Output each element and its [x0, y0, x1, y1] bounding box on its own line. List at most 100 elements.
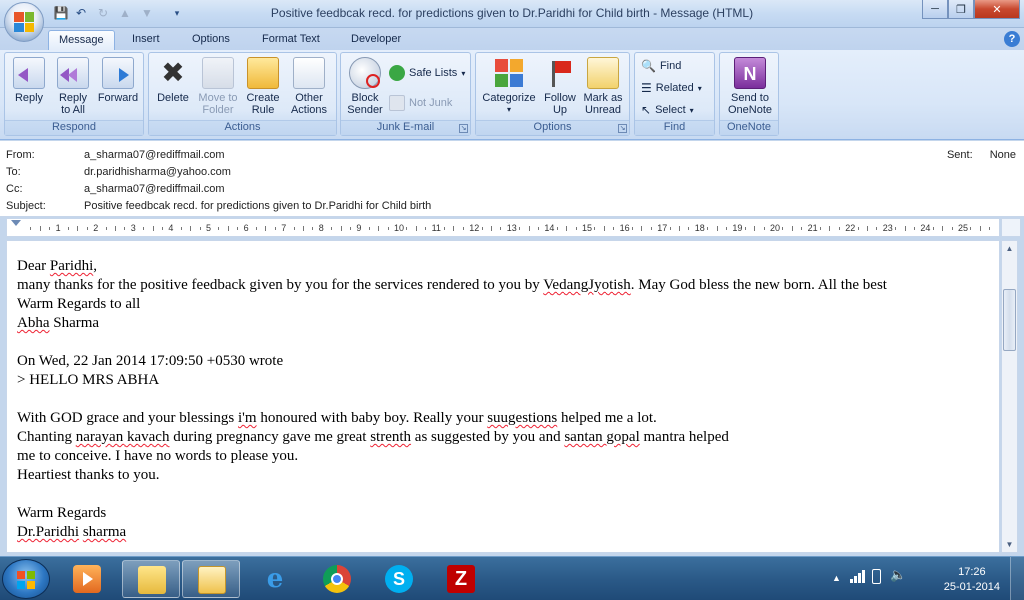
tab-developer[interactable]: Developer	[341, 30, 411, 50]
ruler-tick	[857, 227, 859, 230]
ruler-number: 24	[920, 223, 931, 233]
select-button[interactable]: ↖ Select ▾	[641, 103, 694, 117]
ruler-tick	[425, 227, 427, 230]
follow-up-button[interactable]: Follow Up	[540, 55, 580, 116]
ruler-number: 3	[130, 223, 136, 233]
envelope-icon	[587, 57, 619, 89]
body-line: Warm Regards to all	[17, 296, 141, 312]
options-dialog-launcher-icon[interactable]: ↘	[618, 124, 627, 133]
volume-icon[interactable]: 🔈	[890, 567, 906, 583]
ruler-number: 2	[93, 223, 99, 233]
battery-icon[interactable]	[872, 569, 881, 584]
cc-label: Cc:	[6, 183, 23, 195]
move-to-folder-button[interactable]: Move to Folder	[195, 55, 241, 116]
outlook-envelope-icon	[198, 566, 226, 594]
taskbar-skype[interactable]: S	[370, 560, 428, 598]
office-button[interactable]	[4, 2, 44, 42]
from-value[interactable]: a_sharma07@rediffmail.com	[84, 149, 225, 161]
ruler-tick	[180, 227, 182, 230]
delete-label: Delete	[157, 92, 189, 104]
related-button[interactable]: ☰ Related ▾	[641, 81, 702, 95]
clock-time: 17:26	[958, 566, 986, 578]
ruler-tick	[312, 227, 314, 230]
ruler-tick	[904, 226, 906, 231]
ruler[interactable]: 1 2 3 4 5 6 7 8 9 10 11 12 13 14 15 16 17 18 19 20 21 22 23 24 2…	[6, 218, 1021, 237]
ruler-tick	[227, 226, 229, 231]
show-desktop-button[interactable]	[1010, 557, 1024, 600]
ruler-tick	[387, 227, 389, 230]
ruler-number: 10	[394, 223, 405, 233]
delete-button[interactable]: ✖ Delete	[153, 55, 193, 104]
cc-value[interactable]: a_sharma07@rediffmail.com	[84, 183, 225, 195]
start-button[interactable]	[2, 559, 50, 599]
forward-button[interactable]: Forward	[95, 55, 141, 104]
sent-value: None	[989, 149, 1016, 161]
ruler-number: 5	[206, 223, 212, 233]
message-text[interactable]: Dear Paridhi, many thanks for the positi…	[17, 257, 887, 542]
ruler-tick	[594, 227, 596, 230]
ruler-number: 13	[506, 223, 517, 233]
message-body[interactable]: Dear Paridhi, many thanks for the positi…	[6, 240, 1000, 553]
find-button[interactable]: 🔍 Find	[641, 59, 681, 73]
ruler-tick	[500, 227, 502, 230]
safe-lists-button[interactable]: Safe Lists ▾	[389, 65, 465, 81]
clock[interactable]: 17:26 25-01-2014	[944, 565, 1000, 595]
ruler-number: 20	[770, 223, 781, 233]
indent-marker-icon[interactable]	[11, 220, 21, 226]
send-to-onenote-button[interactable]: N Send to OneNote	[724, 55, 776, 116]
ruler-tick	[914, 227, 915, 230]
scroll-down-icon[interactable]: ▼	[1002, 537, 1017, 552]
taskbar-chrome[interactable]	[308, 560, 366, 598]
tab-insert[interactable]: Insert	[122, 30, 170, 50]
taskbar-filezilla[interactable]: Z	[432, 560, 490, 598]
to-value[interactable]: dr.paridhisharma@yahoo.com	[84, 166, 231, 178]
ruler-number: 6	[243, 223, 249, 233]
other-actions-label-1: Other	[295, 92, 323, 104]
ruler-tick	[265, 226, 267, 231]
close-button[interactable]: ✕	[974, 0, 1020, 19]
tab-message[interactable]: Message	[48, 30, 115, 50]
taskbar-internet-explorer[interactable]: e	[246, 560, 304, 598]
ruler-tick	[650, 227, 652, 230]
ruler-number: 14	[544, 223, 555, 233]
reply-all-button[interactable]: Reply to All	[53, 55, 93, 116]
chevron-down-icon: ▾	[461, 68, 466, 78]
body-line: On Wed, 22 Jan 2014 17:09:50 +0530 wrote	[17, 353, 284, 369]
group-junk-email: Block Sender Safe Lists ▾ Not Junk Junk …	[340, 52, 471, 136]
show-hidden-icons-icon[interactable]: ▲	[832, 573, 841, 583]
view-ruler-icon[interactable]	[1001, 218, 1021, 237]
minimize-button[interactable]: ─	[922, 0, 948, 19]
create-rule-button[interactable]: Create Rule	[243, 55, 283, 116]
junk-dialog-launcher-icon[interactable]: ↘	[459, 124, 468, 133]
other-actions-button[interactable]: Other Actions	[285, 55, 333, 116]
not-junk-button[interactable]: Not Junk	[389, 95, 452, 111]
maximize-button[interactable]: ❐	[948, 0, 974, 19]
tab-format-text[interactable]: Format Text	[252, 30, 330, 50]
safe-lists-icon	[389, 65, 405, 81]
categorize-button[interactable]: Categorize ▾	[480, 55, 538, 116]
tab-options[interactable]: Options	[182, 30, 240, 50]
internet-explorer-icon: e	[266, 564, 284, 594]
vertical-scrollbar[interactable]: ▲ ▼	[1001, 240, 1018, 553]
body-line: With GOD grace and your blessings i'm ho…	[17, 410, 657, 426]
actions-group-label: Actions	[149, 120, 336, 135]
ruler-tick	[444, 227, 445, 230]
junk-group-label: Junk E-mail	[341, 120, 470, 135]
scroll-thumb[interactable]	[1003, 289, 1016, 351]
find-label: Find	[659, 60, 682, 72]
network-signal-icon[interactable]	[850, 569, 866, 583]
taskbar-outlook[interactable]	[182, 560, 240, 598]
reply-button[interactable]: Reply	[9, 55, 49, 104]
ruler-tick	[754, 226, 756, 231]
scroll-up-icon[interactable]: ▲	[1002, 241, 1017, 256]
cursor-icon: ↖	[641, 103, 652, 117]
onenote-icon: N	[734, 57, 766, 89]
taskbar-file-explorer[interactable]	[122, 560, 180, 598]
help-icon[interactable]: ?	[1004, 31, 1020, 47]
sent-label: Sent:	[946, 149, 973, 161]
ruler-tick	[707, 227, 709, 230]
mark-as-unread-button[interactable]: Mark as Unread	[580, 55, 626, 116]
group-find: 🔍 Find ☰ Related ▾ ↖ Select ▾ Find	[634, 52, 715, 136]
block-sender-button[interactable]: Block Sender	[345, 55, 385, 116]
taskbar-media-player[interactable]	[58, 560, 116, 598]
